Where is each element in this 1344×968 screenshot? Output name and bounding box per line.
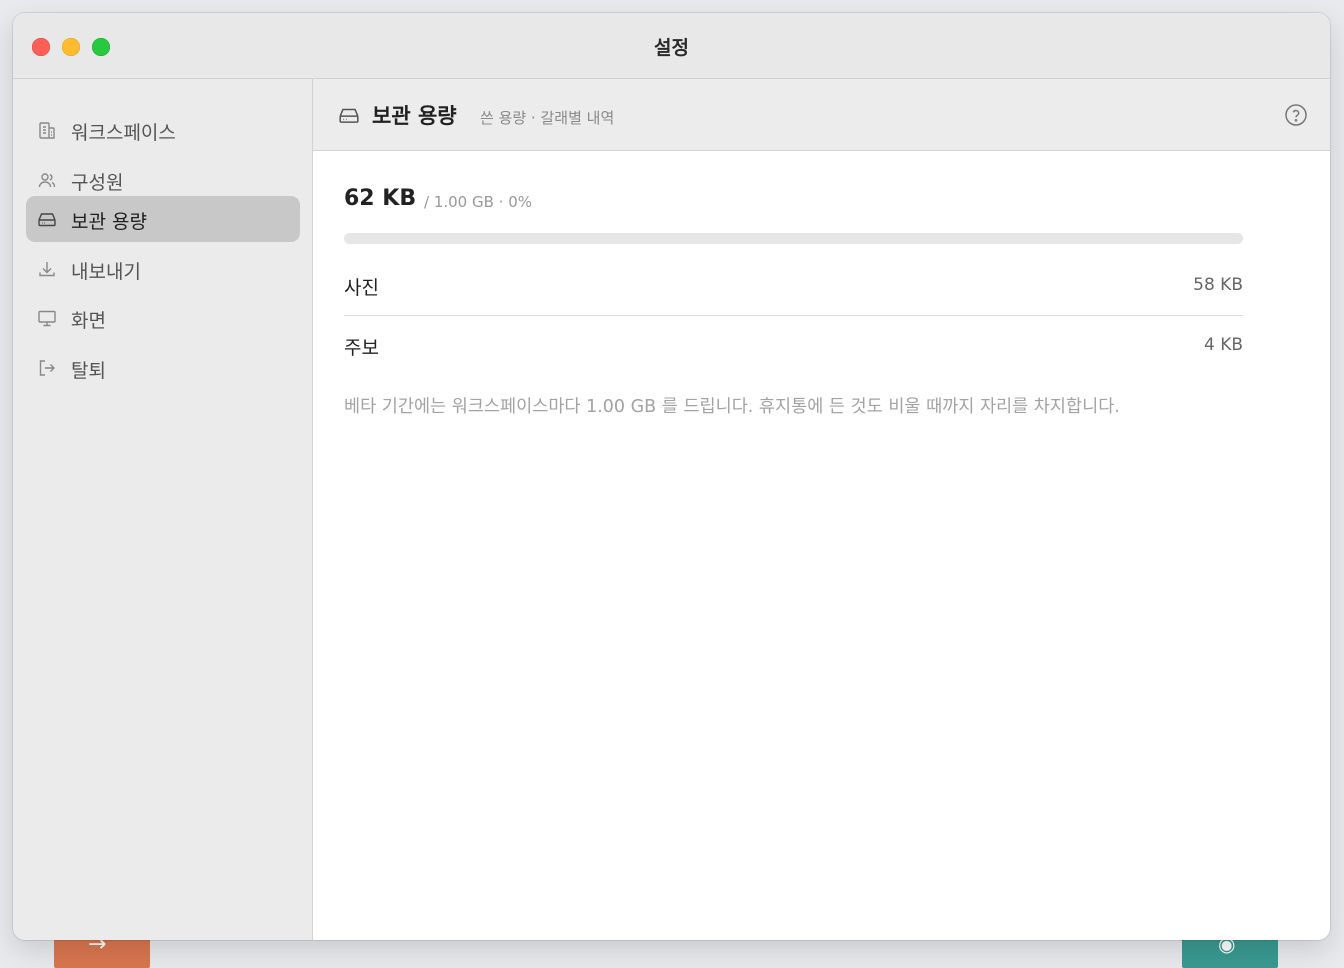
- monitor-icon: [37, 308, 57, 328]
- breakdown-label: 사진: [344, 277, 379, 299]
- sidebar-item-workspace[interactable]: 워크스페이스: [26, 107, 300, 153]
- hard-drive-icon: [37, 209, 57, 229]
- breakdown-value: 4 KB: [1203, 335, 1243, 355]
- breakdown-label: 주보: [344, 337, 379, 359]
- sidebar-item-label: 탈퇴: [71, 360, 106, 382]
- page-title: 보관 용량: [372, 104, 457, 128]
- sidebar-item-label: 워크스페이스: [71, 122, 176, 144]
- page-subtitle: 쓴 용량 · 갈래별 내역: [480, 109, 615, 127]
- storage-note: 베타 기간에는 워크스페이스마다 1.00 GB 를 드립니다. 휴지통에 든 …: [344, 397, 1120, 417]
- sidebar-item-leave[interactable]: 탈퇴: [26, 345, 300, 391]
- window-title: 설정: [654, 37, 689, 59]
- title-bar: 설정: [13, 13, 1330, 79]
- logout-icon: [37, 358, 57, 378]
- storage-used: 62 KB: [344, 186, 417, 211]
- storage-quota: / 1.00 GB · 0%: [424, 193, 533, 211]
- help-circle-icon[interactable]: [1284, 103, 1308, 127]
- sidebar-item-storage[interactable]: 보관 용량: [26, 196, 300, 242]
- storage-progress-bar: [344, 233, 1243, 244]
- sidebar-item-label: 보관 용량: [71, 211, 147, 233]
- sidebar-item-display[interactable]: 화면: [26, 295, 300, 341]
- sidebar-item-label: 구성원: [71, 172, 124, 194]
- breakdown-row: 주보 4 KB: [344, 316, 1243, 375]
- building-icon: [37, 120, 57, 140]
- settings-window: 설정 워크스페이스 구성원 보관 용량 내보내기 화면 탈퇴 보관 용량 쓴 용…: [13, 13, 1330, 940]
- download-icon: [37, 259, 57, 279]
- panel-header: 보관 용량 쓴 용량 · 갈래별 내역: [313, 79, 1330, 151]
- sidebar-item-label: 화면: [71, 310, 106, 332]
- sidebar-item-label: 내보내기: [71, 261, 141, 283]
- sidebar-item-export[interactable]: 내보내기: [26, 246, 300, 292]
- users-icon: [37, 170, 57, 190]
- sidebar: 워크스페이스 구성원 보관 용량 내보내기 화면 탈퇴: [13, 79, 312, 940]
- main-panel: 보관 용량 쓴 용량 · 갈래별 내역 62 KB / 1.00 GB · 0%…: [312, 79, 1330, 940]
- breakdown-row: 사진 58 KB: [344, 256, 1243, 316]
- hard-drive-icon: [338, 104, 360, 126]
- breakdown-value: 58 KB: [1193, 275, 1243, 295]
